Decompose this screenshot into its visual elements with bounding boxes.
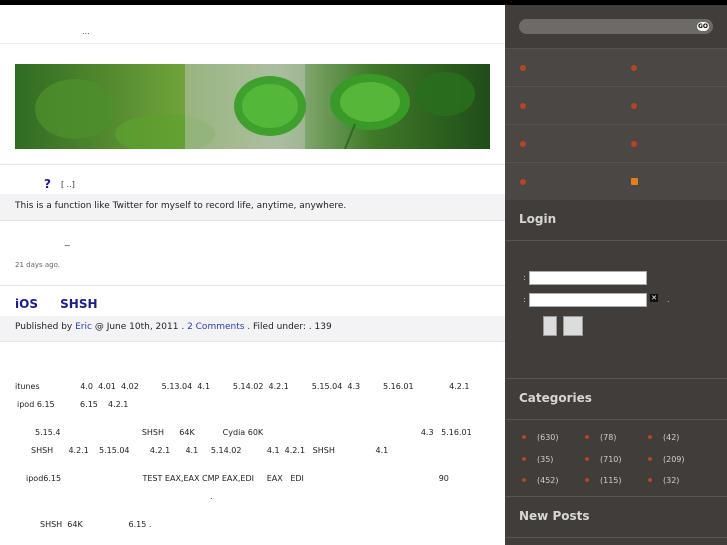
bullet-icon [648,435,652,439]
post-meta-box: Published by Eric @ June 10th, 2011 . 2 … [0,316,505,341]
category-item[interactable]: (710) [600,455,622,464]
search-go-button[interactable]: GO [697,22,709,31]
author-link[interactable]: Eric [75,322,92,332]
password-label: : [523,295,526,304]
bullet-icon [585,478,589,482]
bullet-icon [648,478,652,482]
bullet-icon [522,435,526,439]
password-input[interactable] [529,293,647,307]
header-strip: ... [0,5,505,44]
divider [0,285,505,286]
category-item[interactable]: (209) [663,455,685,464]
main-content: ... ? [ ..] This is a function like Twit… [0,5,505,545]
content-line: SHSH 64K 6.15 . [40,520,152,529]
login-dot: . [667,295,670,304]
bullet-icon [631,103,637,109]
divider [0,220,505,221]
divider [505,240,727,241]
categories-heading: Categories [519,391,592,405]
rss-icon[interactable] [631,178,638,185]
comments-link[interactable]: 2 Comments [187,322,244,332]
login-submit-button[interactable] [563,316,583,336]
category-item[interactable]: (630) [537,433,559,442]
post-title-link[interactable]: ? [44,177,51,191]
bullet-icon [520,65,526,71]
category-item[interactable]: (35) [537,455,553,464]
search-input[interactable]: GO [519,19,713,34]
login-checkbox[interactable] [543,316,557,336]
category-item[interactable]: (452) [537,476,559,485]
bullet-icon [520,103,526,109]
nav-row [505,48,727,86]
bullet-icon [631,141,637,147]
nav-row [505,124,727,162]
category-item[interactable]: (42) [663,433,679,442]
content-line: . [210,492,213,501]
post-date: @ June 10th, 2011 . [94,322,185,332]
filed-under-label: . Filed under: [247,322,306,332]
divider [505,537,727,538]
divider [0,341,505,342]
category-item[interactable]: (115) [600,476,622,485]
banner-image [15,64,490,149]
description-box: This is a function like Twitter for myse… [0,194,505,220]
content-line: SHSH 4.2.1 5.15.04 4.2.1 4.1 5.14.02 4.1… [31,446,389,455]
published-by-label: Published by [15,322,73,332]
username-input[interactable] [529,271,647,285]
header-ellipsis: ... [82,27,90,36]
bullet-icon [585,457,589,461]
tweet-time: 21 days ago. [15,261,60,269]
close-icon[interactable]: ✕ [650,294,658,302]
bullet-icon [520,141,526,147]
divider [505,378,727,379]
content-line: ipod6.15 TEST EAX,EAX CMP EAX,EDI EAX ED… [26,474,449,483]
post-meta-line: Published by Eric @ June 10th, 2011 . 2 … [15,322,332,332]
divider [0,164,505,165]
bullet-icon [520,179,526,185]
category-item[interactable]: (78) [600,433,616,442]
post-title-link[interactable]: iOS SHSH [15,297,98,311]
post-meta: [ ..] [61,180,75,189]
bullet-icon [522,457,526,461]
view-count: . 139 [308,322,332,332]
bullet-icon [585,435,589,439]
content-line: ipod 6.15 6.15 4.2.1 [17,400,129,409]
username-label: : [523,273,526,282]
content-line: 5.15.4 SHSH 64K Cydia 60K 4.3 5.16.01 [35,428,472,437]
bullet-icon [631,65,637,71]
divider [505,496,727,497]
login-heading: Login [519,212,557,226]
nav-row [505,86,727,124]
divider [505,419,727,420]
description-text: This is a function like Twitter for myse… [15,201,347,211]
sidebar: GO Login : : ✕ . Categories (630) (78) (… [505,5,727,545]
new-posts-heading: New Posts [519,509,590,523]
category-item[interactable]: (32) [663,476,679,485]
content-line: itunes 4.0 4.01 4.02 5.13.04 4.1 5.14.02… [15,382,470,391]
bullet-icon [522,478,526,482]
nav-row [505,162,727,200]
tweet-text: ~ [64,241,71,250]
bullet-icon [648,457,652,461]
